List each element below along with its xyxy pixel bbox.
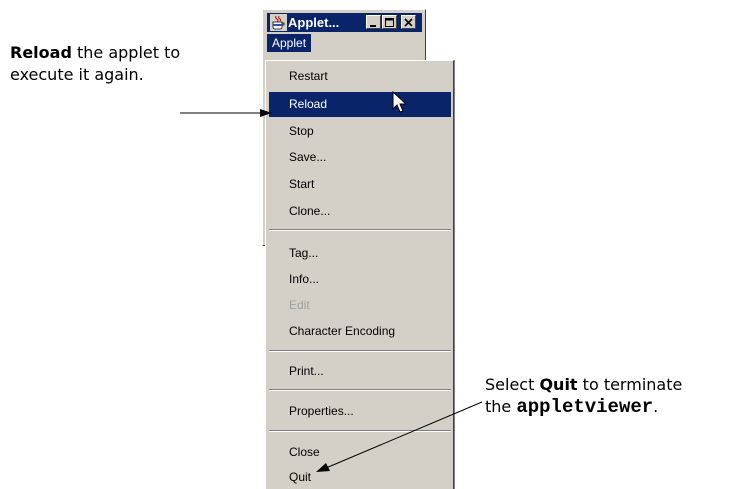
menu-item-print[interactable]: Print... <box>269 359 451 384</box>
menu-separator <box>269 430 451 432</box>
menu-item-restart[interactable]: Restart <box>269 64 451 89</box>
reload-callout-bold: Reload <box>10 43 72 62</box>
reload-callout-text: the applet to <box>71 43 181 62</box>
quit-callout-line2-prefix: the <box>485 397 517 416</box>
menu-item-save[interactable]: Save... <box>269 145 451 170</box>
reload-callout-line2: execute it again. <box>10 65 144 84</box>
menu-item-reload[interactable]: Reload <box>269 92 451 117</box>
window-title: Applet... <box>288 15 340 30</box>
menu-applet[interactable]: Applet <box>267 34 312 52</box>
quit-callout-bold: Quit <box>539 375 578 394</box>
close-button[interactable] <box>401 15 416 29</box>
menu-bar: Applet <box>267 33 422 53</box>
menu-separator <box>269 389 451 391</box>
reload-callout: Reload the applet to execute it again. <box>10 42 250 86</box>
minimize-icon <box>370 25 376 27</box>
menu-item-edit: Edit <box>289 298 310 312</box>
close-icon <box>404 18 413 27</box>
quit-callout-mono: appletviewer <box>516 396 654 418</box>
quit-callout-suffix: . <box>653 397 659 416</box>
menu-item-start[interactable]: Start <box>269 172 451 197</box>
menu-separator <box>269 350 451 352</box>
minimize-button[interactable] <box>366 15 381 29</box>
menu-item-stop[interactable]: Stop <box>269 119 451 144</box>
figure-stage: Reload the applet to execute it again. S… <box>0 0 731 489</box>
menu-item-character-encoding[interactable]: Character Encoding <box>269 319 451 344</box>
menu-item-quit[interactable]: Quit <box>269 465 451 489</box>
quit-callout-middle: to terminate <box>577 375 683 394</box>
maximize-button[interactable] <box>382 15 397 29</box>
menu-item-properties[interactable]: Properties... <box>269 399 451 424</box>
java-cup-icon[interactable] <box>270 14 287 31</box>
menu-item-tag[interactable]: Tag... <box>269 241 451 266</box>
title-bar[interactable]: Applet... <box>267 13 422 32</box>
menu-item-close[interactable]: Close <box>269 440 451 465</box>
menu-item-clone[interactable]: Clone... <box>269 199 451 224</box>
quit-callout-prefix: Select <box>485 375 540 394</box>
menu-separator <box>269 229 451 231</box>
reload-callout-arrow <box>180 109 272 117</box>
applet-dropdown-menu: Restart Reload Stop Save... Start Clone.… <box>265 60 454 489</box>
menu-item-info[interactable]: Info... <box>269 267 451 292</box>
quit-callout: Select Quit to terminate the appletviewe… <box>485 374 731 418</box>
maximize-icon <box>385 18 394 27</box>
